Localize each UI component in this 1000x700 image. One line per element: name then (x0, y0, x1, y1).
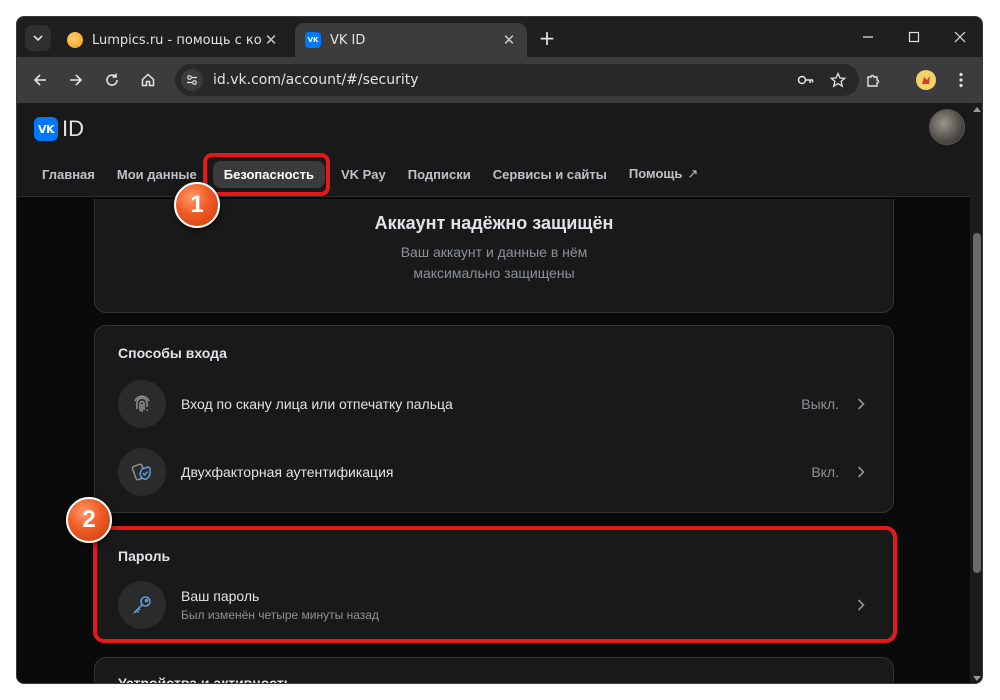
nav-item-main[interactable]: Главная (31, 161, 106, 188)
home-button[interactable] (134, 66, 162, 94)
two-factor-text: Двухфакторная аутентификация (181, 464, 811, 480)
step-badge-1: 1 (174, 182, 220, 228)
arrow-right-icon (70, 74, 83, 86)
site-info-button[interactable] (181, 69, 203, 91)
home-icon (141, 73, 155, 87)
tab-strip: Lumpics.ru - помощь с компьютером ✕ VK V… (17, 17, 982, 57)
puzzle-icon (867, 74, 880, 87)
chevron-down-icon (33, 35, 43, 42)
two-factor-row[interactable]: Двухфакторная аутентификация Вкл. (95, 438, 893, 506)
tune-icon (187, 75, 197, 85)
nav-item-services[interactable]: Сервисы и сайты (482, 161, 618, 188)
tab-search-button[interactable] (25, 25, 51, 51)
close-icon[interactable]: ✕ (501, 31, 517, 49)
close-window-button[interactable] (938, 25, 982, 49)
highlight-security-tab (203, 153, 330, 196)
login-methods-title: Способы входа (118, 345, 227, 361)
nav-item-subscriptions[interactable]: Подписки (397, 161, 482, 188)
menu-button[interactable] (947, 66, 975, 94)
devices-title: Устройства и активность (118, 675, 293, 684)
maximize-icon (908, 31, 920, 43)
nav-item-help-label: Помощь (628, 166, 683, 181)
external-link-icon: ↗ (687, 166, 699, 181)
maximize-button[interactable] (892, 25, 936, 49)
fingerprint-icon (118, 380, 166, 428)
logo-text: ID (62, 116, 84, 141)
profile-avatar-icon (916, 70, 936, 90)
two-factor-label: Двухфакторная аутентификация (181, 464, 394, 480)
shield-check-icon (118, 448, 166, 496)
vk-logo-icon: VK (34, 117, 58, 141)
scroll-up-arrow-icon[interactable] (973, 107, 981, 112)
minimize-button[interactable] (846, 25, 890, 49)
arrow-left-icon (33, 74, 46, 86)
step-badge-2: 2 (66, 497, 112, 543)
biometric-login-status: Выкл. (801, 396, 839, 412)
profile-button[interactable] (912, 66, 940, 94)
vk-header: VK ID Главная Мои данные Безопасность VK… (17, 103, 970, 197)
orange-circle-favicon-icon (67, 32, 83, 48)
status-subtitle: Ваш аккаунт и данные в нём максимально з… (95, 242, 893, 284)
scrollbar-thumb[interactable] (973, 233, 981, 573)
address-bar[interactable]: id.vk.com/account/#/security (175, 64, 859, 96)
chevron-right-icon (857, 466, 869, 478)
login-methods-card: Способы входа Вход по скану лица или отп… (94, 325, 894, 513)
extensions-button[interactable] (859, 66, 887, 94)
vk-favicon-icon: VK (305, 32, 321, 48)
tab-lumpics[interactable]: Lumpics.ru - помощь с компьютером ✕ (57, 23, 289, 57)
scroll-down-arrow-icon[interactable] (973, 676, 981, 681)
nav-item-help[interactable]: Помощь ↗ (618, 160, 709, 188)
reload-button[interactable] (98, 66, 126, 94)
reload-icon (106, 73, 118, 86)
close-icon[interactable]: ✕ (263, 31, 279, 49)
two-factor-status: Вкл. (811, 464, 839, 480)
highlight-password-card (93, 526, 897, 643)
scrollbar[interactable] (970, 103, 982, 683)
biometric-login-row[interactable]: Вход по скану лица или отпечатку пальца … (95, 370, 893, 438)
status-subtitle-line1: Ваш аккаунт и данные в нём (400, 244, 588, 260)
devices-card: Устройства и активность (94, 657, 894, 684)
minimize-icon (863, 36, 873, 38)
chevron-right-icon (857, 398, 869, 410)
tab-title: Lumpics.ru - помощь с компьютером (92, 32, 263, 48)
vk-id-logo[interactable]: VK ID (34, 116, 84, 142)
nav-item-vk-pay[interactable]: VK Pay (330, 161, 397, 188)
browser-window: Lumpics.ru - помощь с компьютером ✕ VK V… (16, 16, 983, 684)
biometric-login-text: Вход по скану лица или отпечатку пальца (181, 396, 801, 412)
new-tab-button[interactable]: + (535, 26, 559, 50)
more-vertical-icon (959, 72, 963, 88)
forward-button[interactable] (62, 66, 90, 94)
close-icon (954, 31, 966, 43)
avatar[interactable] (929, 109, 965, 145)
url-text[interactable]: id.vk.com/account/#/security (213, 72, 795, 88)
account-nav: Главная Мои данные Безопасность VK Pay П… (31, 159, 709, 189)
page-viewport: VK ID Главная Мои данные Безопасность VK… (17, 103, 982, 684)
bookmark-star-icon[interactable] (827, 69, 849, 91)
status-subtitle-line2: максимально защищены (413, 265, 575, 281)
biometric-login-label: Вход по скану лица или отпечатку пальца (181, 396, 453, 412)
back-button[interactable] (26, 66, 54, 94)
browser-toolbar: id.vk.com/account/#/security (17, 57, 982, 103)
tab-vk-id[interactable]: VK VK ID ✕ (295, 23, 527, 57)
tab-title: VK ID (330, 32, 366, 48)
password-key-icon[interactable] (795, 69, 817, 91)
